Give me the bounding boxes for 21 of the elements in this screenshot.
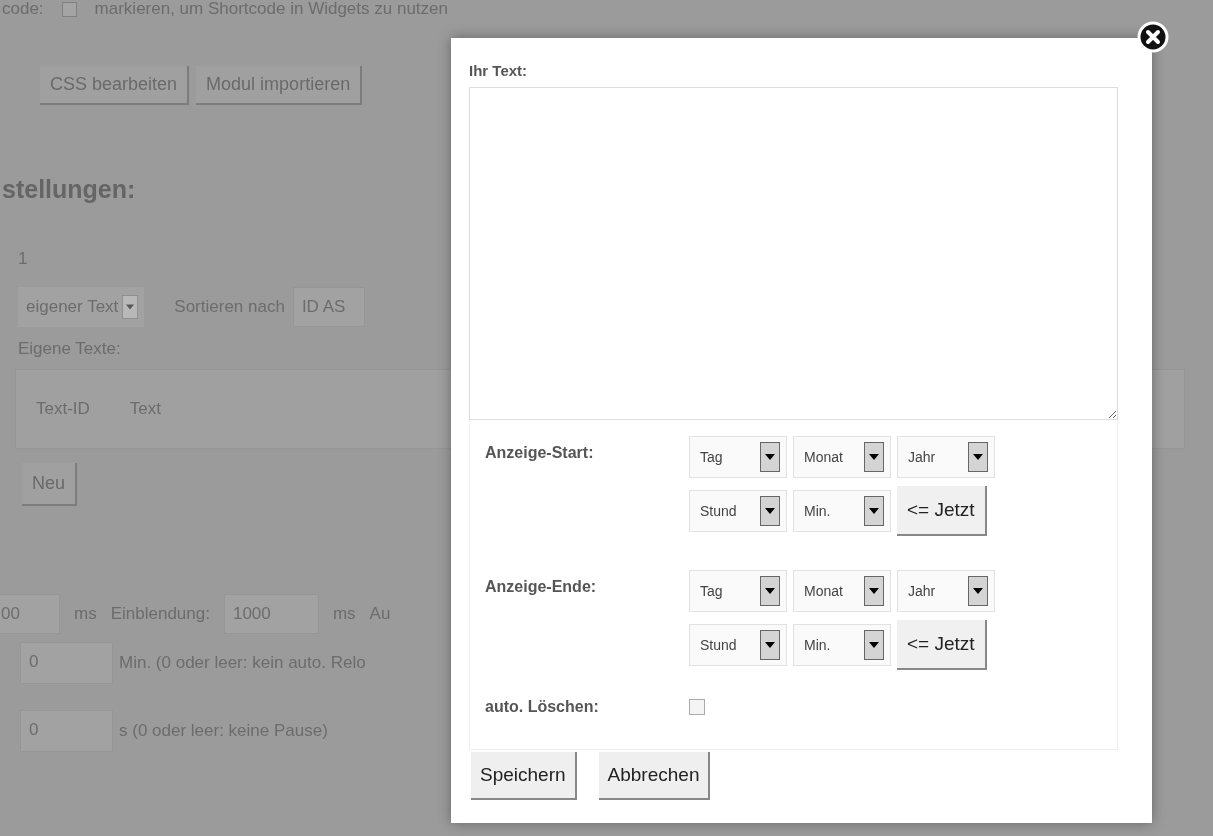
dropdown[interactable]: Monat xyxy=(793,436,891,478)
dropdown[interactable]: Stund xyxy=(689,490,787,532)
now-button[interactable]: <= Jetzt xyxy=(897,486,987,536)
action-button[interactable]: Abbrechen xyxy=(598,752,711,800)
dropdown[interactable]: Min. xyxy=(793,624,891,666)
dropdown[interactable]: Jahr xyxy=(897,570,995,612)
action-button[interactable]: Speichern xyxy=(471,752,577,800)
dropdown[interactable]: Jahr xyxy=(897,436,995,478)
checkbox[interactable] xyxy=(689,699,705,715)
dropdown[interactable]: Tag xyxy=(689,570,787,612)
checkbox[interactable] xyxy=(61,1,77,17)
field-label: Anzeige-Ende: xyxy=(485,577,598,597)
field-label: Anzeige-Start: xyxy=(485,443,595,463)
field-label: Ihr Text: xyxy=(469,62,529,79)
field-label: auto. Löschen: xyxy=(485,698,600,716)
close-icon[interactable] xyxy=(1137,21,1169,53)
now-button[interactable]: <= Jetzt xyxy=(897,620,987,670)
dropdown[interactable]: Tag xyxy=(689,436,787,478)
dropdown[interactable]: Monat xyxy=(793,570,891,612)
dropdown[interactable]: Stund xyxy=(689,624,787,666)
dropdown[interactable]: Min. xyxy=(793,490,891,532)
